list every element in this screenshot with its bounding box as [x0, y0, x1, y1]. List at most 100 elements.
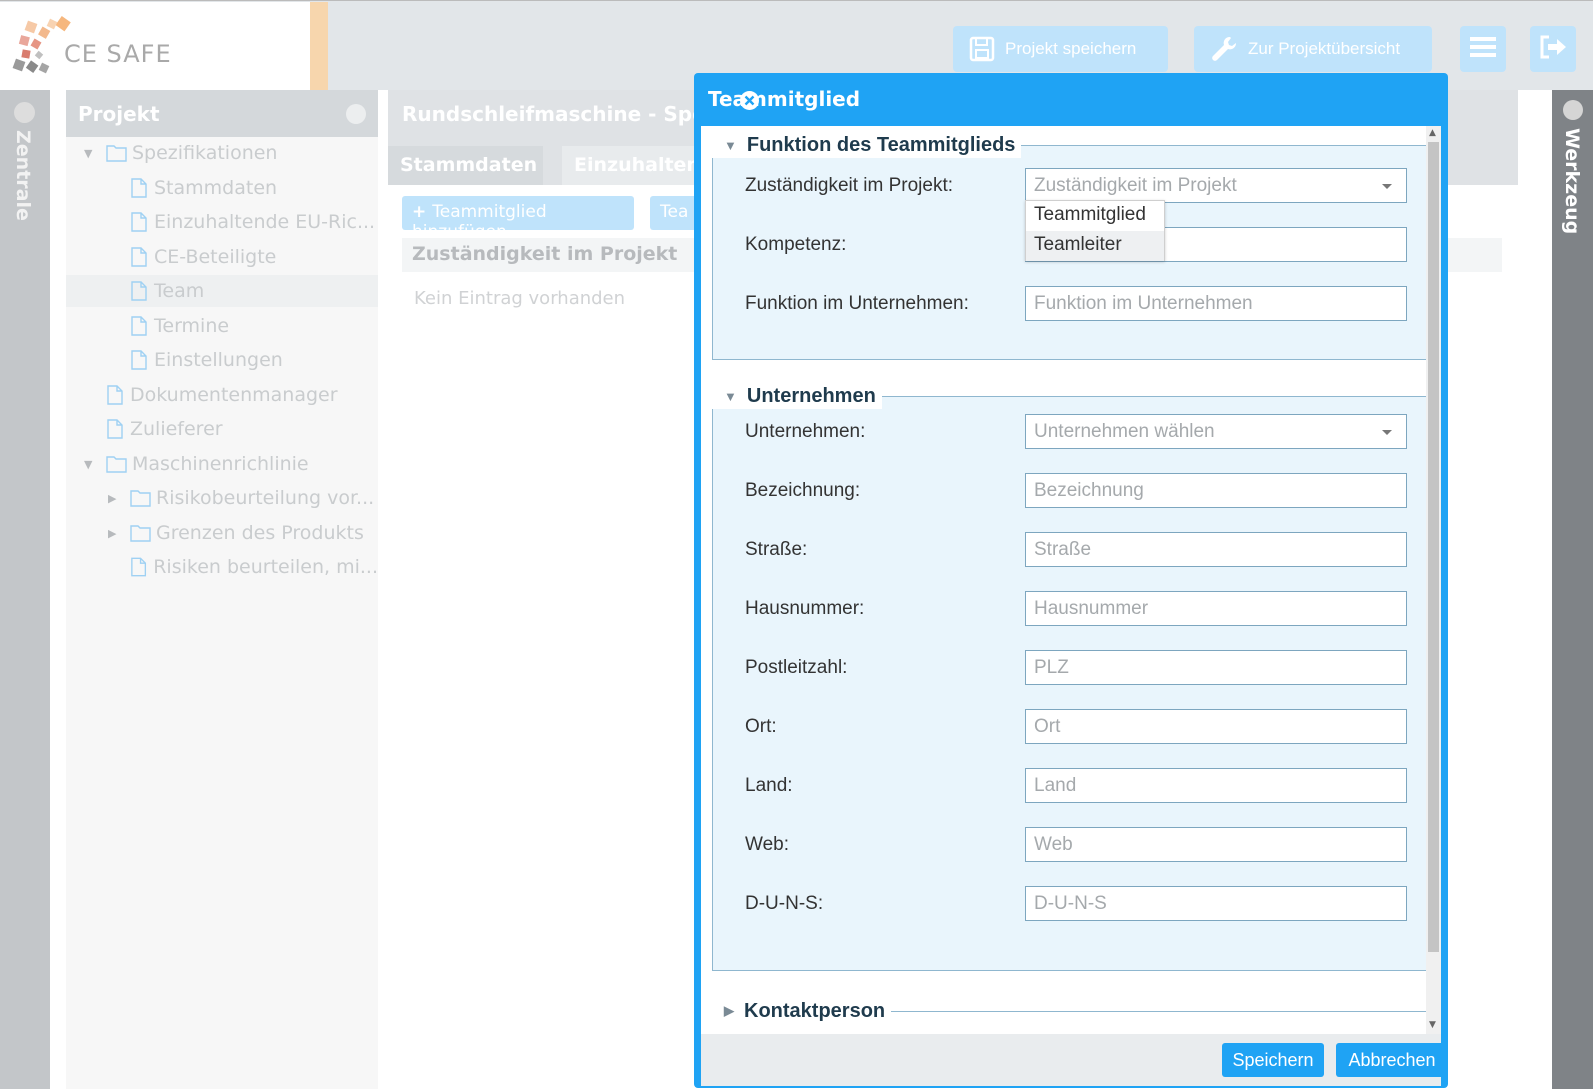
folder-icon	[130, 525, 151, 542]
collapsed-arrow-icon[interactable]: ▶	[108, 527, 122, 540]
dialog-scrollbar[interactable]: ▲ ▼	[1426, 126, 1441, 1034]
city-label: Ort:	[745, 716, 777, 737]
responsibility-select[interactable]: Zuständigkeit im Projekt	[1025, 168, 1407, 203]
menu-button[interactable]	[1460, 26, 1506, 72]
folder-icon	[106, 145, 127, 162]
dropdown-option-teamleiter[interactable]: Teamleiter	[1026, 231, 1164, 261]
tree-item[interactable]: Stammdaten	[66, 172, 378, 204]
company-legend[interactable]: ▼ Unternehmen	[712, 383, 882, 409]
tree-item-label: Risikobeurteilung vor...	[156, 487, 375, 509]
tree-item[interactable]: Zulieferer	[66, 413, 378, 445]
right-sidebar-werkzeug[interactable]: Werkzeug	[1552, 90, 1593, 1089]
postal-code-label: Postleitzahl:	[745, 657, 848, 678]
file-icon	[107, 385, 123, 405]
file-icon	[131, 281, 147, 301]
tree-item-label: Termine	[154, 315, 230, 337]
save-button[interactable]: Speichern	[1222, 1043, 1324, 1077]
expanded-arrow-icon[interactable]: ▼	[84, 458, 98, 471]
company-function-input[interactable]: Funktion im Unternehmen	[1025, 286, 1407, 321]
responsibility-dropdown: Teammitglied Teamleiter	[1025, 200, 1165, 261]
right-sidebar-label: Werkzeug	[1561, 128, 1583, 235]
tree-item-label: Dokumentenmanager	[130, 384, 338, 406]
tree-item[interactable]: Team	[66, 275, 378, 307]
add-team-member-button[interactable]: + Teammitglied hinzufügen	[402, 196, 634, 242]
function-legend-text: Funktion des Teammitglieds	[746, 133, 1016, 156]
tree-item[interactable]: Dokumentenmanager	[66, 379, 378, 411]
collapsed-arrow-icon[interactable]: ▶	[108, 492, 122, 505]
street-input[interactable]: Straße	[1025, 532, 1407, 567]
project-panel-header: Projekt	[66, 90, 378, 137]
postal-code-input[interactable]: PLZ	[1025, 650, 1407, 685]
expanded-arrow-icon[interactable]: ▼	[84, 147, 98, 160]
tree-item[interactable]: CE-Beteiligte	[66, 241, 378, 273]
competence-label: Kompetenz:	[745, 234, 847, 255]
tree-item-label: Einzuhaltende EU-Ric...	[154, 211, 376, 233]
function-legend[interactable]: ▼ Funktion des Teammitglieds	[712, 132, 1022, 158]
tree-item[interactable]: Termine	[66, 310, 378, 342]
tree-item[interactable]: ▼ Maschinenrichlinie	[66, 448, 378, 480]
company-legend-text: Unternehmen	[746, 384, 876, 407]
company-select[interactable]: Unternehmen wählen	[1025, 414, 1407, 449]
designation-label: Bezeichnung:	[745, 480, 861, 501]
save-project-button[interactable]: Projekt speichern	[953, 26, 1168, 72]
tree-item[interactable]: Risiken beurteilen, mi...	[66, 551, 378, 583]
tree-item[interactable]: Einstellungen	[66, 344, 378, 376]
contact-legend-text: Kontaktperson	[744, 999, 886, 1022]
folder-icon	[106, 456, 127, 473]
close-icon[interactable]	[739, 90, 760, 111]
house-number-label: Hausnummer:	[745, 598, 865, 619]
file-icon	[131, 212, 147, 232]
logo-text: CE SAFE	[64, 40, 172, 68]
project-panel-title: Projekt	[78, 102, 160, 126]
cancel-button[interactable]: Abbrechen	[1336, 1043, 1448, 1077]
file-icon	[131, 178, 147, 198]
company-function-label: Funktion im Unternehmen:	[745, 293, 969, 314]
house-number-input[interactable]: Hausnummer	[1025, 591, 1407, 626]
tree-item-label: Zulieferer	[130, 418, 223, 440]
tree-item[interactable]: Einzuhaltende EU-Ric...	[66, 206, 378, 238]
scrollbar-thumb[interactable]	[1428, 142, 1439, 952]
scroll-up-icon[interactable]: ▲	[1429, 128, 1436, 138]
duns-input[interactable]: D-U-N-S	[1025, 886, 1407, 921]
country-input[interactable]: Land	[1025, 768, 1407, 803]
file-icon	[131, 557, 147, 577]
designation-input[interactable]: Bezeichnung	[1025, 473, 1407, 508]
dialog-title: Teammitglied	[708, 87, 861, 111]
scroll-down-icon[interactable]: ▼	[1429, 1020, 1436, 1030]
tree-item-label: Risiken beurteilen, mi...	[153, 556, 378, 578]
expand-triangle-icon: ▶	[724, 1003, 734, 1018]
tree-item-label: Spezifikationen	[132, 142, 278, 164]
collapse-triangle-icon: ▼	[724, 137, 737, 153]
wrench-icon	[1210, 35, 1238, 63]
tab-stammdaten[interactable]: Stammdaten	[388, 146, 543, 185]
collapse-right-icon[interactable]	[1563, 100, 1583, 120]
tree-item[interactable]: ▶ Risikobeurteilung vor...	[66, 482, 378, 514]
left-sidebar-zentrale[interactable]: Zentrale	[0, 90, 50, 1089]
tree-item[interactable]: ▶ Grenzen des Produkts	[66, 517, 378, 549]
main-title: Rundschleifmaschine - Spezifi	[402, 102, 739, 126]
folder-icon	[130, 490, 151, 507]
city-input[interactable]: Ort	[1025, 709, 1407, 744]
plus-icon: +	[412, 202, 427, 222]
floppy-disk-icon	[969, 36, 995, 62]
collapse-triangle-icon: ▼	[724, 388, 737, 404]
collapse-left-icon[interactable]	[14, 102, 35, 123]
file-icon	[131, 350, 147, 370]
web-input[interactable]: Web	[1025, 827, 1407, 862]
project-overview-button[interactable]: Zur Projektübersicht	[1194, 26, 1432, 72]
dropdown-option-teammitglied[interactable]: Teammitglied	[1026, 201, 1164, 231]
collapse-project-icon[interactable]	[346, 104, 366, 124]
file-icon	[131, 316, 147, 336]
contact-legend[interactable]: ▶ Kontaktperson	[712, 998, 892, 1024]
logout-icon	[1539, 35, 1567, 64]
empty-table-text: Kein Eintrag vorhanden	[414, 288, 626, 309]
file-icon	[131, 247, 147, 267]
web-label: Web:	[745, 834, 790, 855]
tree-item-label: Stammdaten	[154, 177, 278, 199]
logout-button[interactable]	[1530, 26, 1576, 72]
logo-accent-strip	[310, 2, 328, 91]
company-label: Unternehmen:	[745, 421, 866, 442]
tree-item[interactable]: ▼ Spezifikationen	[66, 137, 378, 169]
tree-item-label: Grenzen des Produkts	[156, 522, 364, 544]
dialog-footer	[701, 1034, 1441, 1086]
